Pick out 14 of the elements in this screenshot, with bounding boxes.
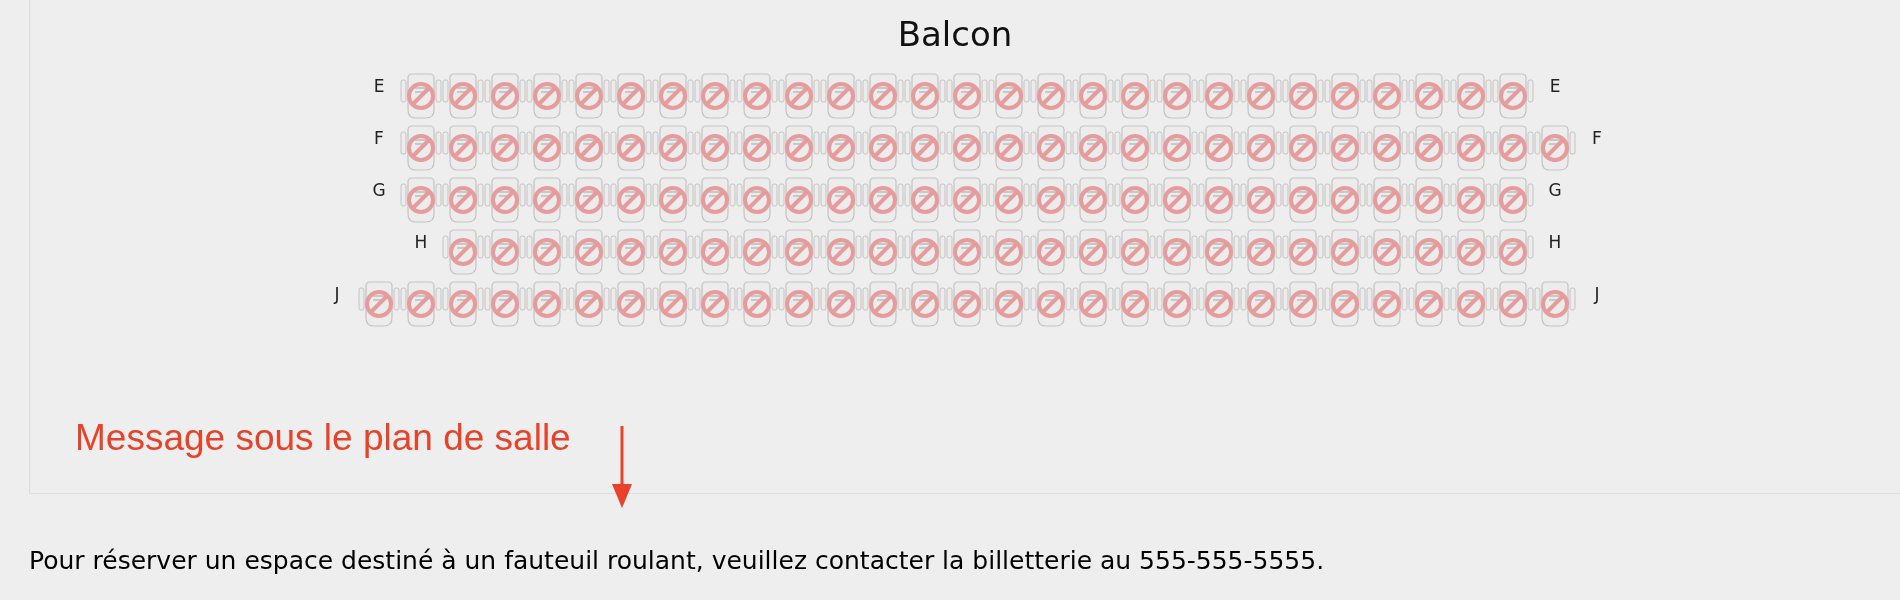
row-label: H — [1548, 231, 1562, 254]
row-label: E — [1549, 75, 1561, 98]
row-label: G — [1548, 179, 1562, 202]
row-label: F — [374, 127, 384, 150]
annotation-text: Message sous le plan de salle — [75, 417, 571, 458]
row-label: E — [373, 75, 385, 98]
wheelchair-reservation-message: Pour réserver un espace destiné à un fauteuil roulant, veuillez contacter la billetterie au 555-555-5555. — [29, 546, 1325, 575]
row-label: H — [414, 231, 428, 254]
row-label: J — [334, 283, 340, 306]
row-label: F — [1592, 127, 1602, 150]
row-label: G — [372, 179, 386, 202]
section-title: Balcon — [897, 13, 1013, 56]
row-label: J — [1594, 283, 1600, 306]
annotation-arrow-icon — [612, 426, 632, 508]
